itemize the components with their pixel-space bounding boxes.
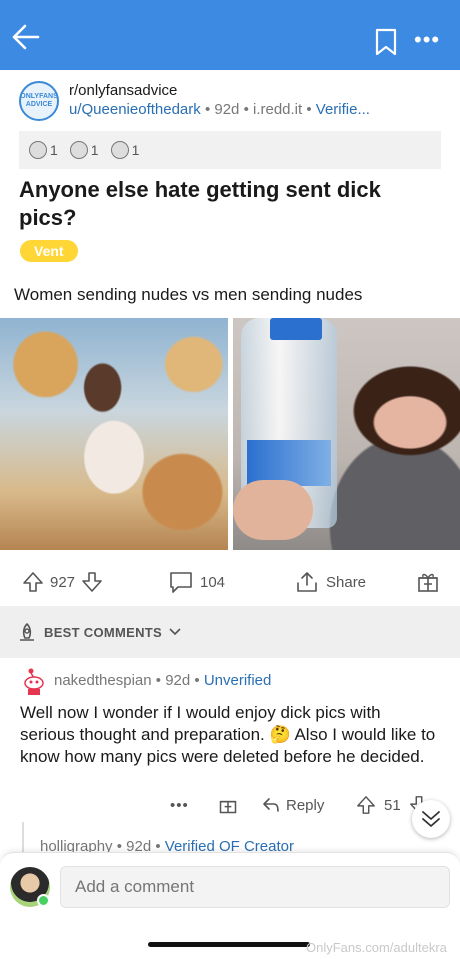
give-award-button[interactable] xyxy=(416,560,440,604)
reply-label: Reply xyxy=(286,796,325,814)
post-image-left[interactable] xyxy=(0,318,228,550)
online-indicator xyxy=(37,894,50,907)
sort-dropdown[interactable]: BEST COMMENTS xyxy=(16,622,182,642)
comment-count: 104 xyxy=(200,573,226,591)
post-action-bar: 927 104 Share xyxy=(0,560,460,604)
downvote-icon[interactable] xyxy=(81,571,103,593)
logo-text-2: ADVICE xyxy=(25,101,53,108)
bottle-label xyxy=(247,440,331,486)
awards-bar[interactable]: 1 1 1 xyxy=(19,131,441,169)
arrow-left-icon[interactable] xyxy=(10,22,42,52)
post-flair[interactable]: Vent xyxy=(20,240,78,262)
logo-text-1: ONLYFANS xyxy=(20,93,58,100)
reply-arrow-icon xyxy=(263,798,279,812)
sub-comment-status: Verified OF Creator xyxy=(164,838,294,852)
comment-status: Unverified xyxy=(203,672,272,689)
upvote-icon[interactable] xyxy=(22,571,44,593)
post-body: Women sending nudes vs men sending nudes xyxy=(14,285,363,304)
collapse-thread-button[interactable] xyxy=(412,800,450,838)
award-3: 1 xyxy=(110,141,140,159)
verified-status: Verifie... xyxy=(315,101,370,118)
reply-button[interactable]: Reply xyxy=(262,797,324,814)
sort-label: BEST COMMENTS xyxy=(44,624,163,640)
comment-meta: nakedthespian • 92d • Unverified xyxy=(54,672,272,689)
subreddit-avatar[interactable]: ONLYFANS ADVICE xyxy=(19,81,59,121)
award-icon xyxy=(29,141,47,159)
sub-comment-meta: holligraphy • 92d • Verified OF Creator xyxy=(40,838,294,852)
thread-line[interactable] xyxy=(22,822,24,852)
vote-group: 927 xyxy=(22,560,103,604)
award-count: 1 xyxy=(131,142,140,158)
sub-comment-age: 92d xyxy=(126,838,152,852)
upvote-icon[interactable] xyxy=(356,795,376,815)
watermark: OnlyFans.com/adultekra xyxy=(306,940,447,955)
post-title: Anyone else hate getting sent dick pics? xyxy=(19,177,381,230)
post-meta: u/Queenieofthedark • 92d • i.redd.it • V… xyxy=(69,101,370,118)
top-app-bar: ••• xyxy=(0,0,460,70)
sub-comment-author[interactable]: holligraphy xyxy=(40,838,113,852)
share-label: Share xyxy=(326,573,367,591)
post-author[interactable]: u/Queenieofthedark xyxy=(69,101,201,118)
snoo-avatar-icon[interactable] xyxy=(22,668,46,696)
award-icon xyxy=(110,141,129,159)
home-indicator[interactable] xyxy=(148,942,310,947)
hand xyxy=(233,480,313,540)
double-chevron-down-icon xyxy=(422,811,440,827)
post-age: 92d xyxy=(214,101,240,118)
award-count: 1 xyxy=(90,142,99,158)
bottle-cap xyxy=(270,318,322,340)
gift-icon[interactable] xyxy=(218,795,238,815)
award-count: 1 xyxy=(50,142,58,158)
comment-age: 92d xyxy=(165,672,191,689)
comment-vote-count: 51 xyxy=(384,796,401,814)
award-1: 1 xyxy=(29,141,58,159)
comment-more-button[interactable]: ••• xyxy=(170,797,189,814)
subreddit-name[interactable]: r/onlyfansadvice xyxy=(69,82,177,99)
award-icon xyxy=(69,141,88,159)
more-options-button[interactable]: ••• xyxy=(414,29,440,51)
bookmark-icon[interactable] xyxy=(374,28,398,56)
comment-body: Well now I wonder if I would enjoy dick … xyxy=(20,703,436,766)
rocket-icon xyxy=(20,623,34,641)
comment-bubble-icon xyxy=(170,572,192,593)
comments-button[interactable]: 104 xyxy=(168,560,225,604)
chevron-down-icon xyxy=(169,628,181,636)
gift-icon xyxy=(418,573,438,592)
upvote-count: 927 xyxy=(50,573,76,591)
comment-author[interactable]: nakedthespian xyxy=(54,672,152,689)
share-button[interactable]: Share xyxy=(294,560,366,604)
post-domain[interactable]: i.redd.it xyxy=(253,101,302,118)
add-comment-input[interactable] xyxy=(60,866,450,908)
award-2: 1 xyxy=(69,141,99,159)
share-icon xyxy=(297,572,317,592)
